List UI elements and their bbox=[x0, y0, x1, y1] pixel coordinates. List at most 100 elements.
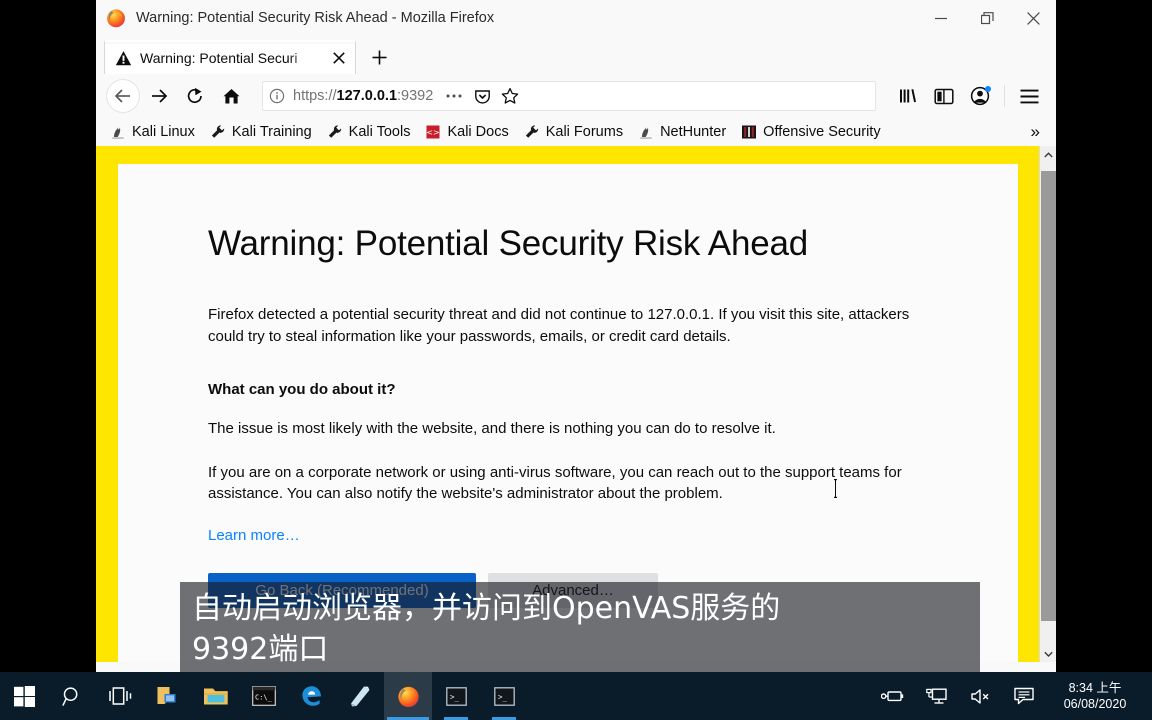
sticky-notes-icon bbox=[351, 686, 370, 707]
bookmark-offensive-security[interactable]: Offensive Security bbox=[735, 122, 886, 142]
kali-dragon-icon bbox=[640, 127, 652, 139]
bookmark-kali-linux[interactable]: Kali Linux bbox=[104, 122, 201, 142]
search-button[interactable] bbox=[48, 672, 96, 720]
bookmark-nethunter[interactable]: NetHunter bbox=[632, 122, 732, 142]
home-button[interactable] bbox=[214, 79, 248, 113]
bookmark-label: NetHunter bbox=[660, 124, 727, 140]
windows-taskbar: C:\_ >_ >_ 8:34 上午 06/08/2020 bbox=[0, 672, 1152, 720]
chevron-down-icon bbox=[1043, 651, 1053, 657]
scroll-up-button[interactable] bbox=[1040, 146, 1056, 163]
save-to-pocket-button[interactable] bbox=[469, 83, 495, 109]
file-explorer-button[interactable] bbox=[192, 672, 240, 720]
action-center-button[interactable] bbox=[1002, 672, 1046, 720]
svg-text:>_: >_ bbox=[498, 692, 508, 701]
offsec-icon bbox=[742, 125, 757, 139]
task-view-icon bbox=[108, 687, 131, 705]
page-actions-button[interactable] bbox=[441, 83, 467, 109]
volume-status-button[interactable] bbox=[958, 672, 1002, 720]
bookmark-kali-training[interactable]: Kali Training bbox=[204, 122, 318, 142]
account-button[interactable] bbox=[963, 79, 997, 113]
bookmark-star-button[interactable] bbox=[497, 83, 523, 109]
error-description: Firefox detected a potential security th… bbox=[208, 306, 910, 345]
pocket-icon bbox=[474, 89, 490, 104]
learn-more-link[interactable]: Learn more… bbox=[208, 527, 300, 544]
app-menu-button[interactable] bbox=[1012, 79, 1046, 113]
chevron-up-icon bbox=[1043, 151, 1053, 157]
bookmarks-overflow-button[interactable]: » bbox=[1023, 122, 1048, 142]
section-heading: What can you do about it? bbox=[208, 381, 396, 398]
command-prompt-button[interactable]: C:\_ bbox=[240, 672, 288, 720]
terminal-icon: >_ bbox=[445, 686, 467, 706]
store-button[interactable] bbox=[144, 672, 192, 720]
url-host: 127.0.0.1 bbox=[336, 88, 398, 104]
taskbar-clock[interactable]: 8:34 上午 06/08/2020 bbox=[1046, 672, 1144, 720]
speaker-muted-icon bbox=[970, 688, 988, 704]
url-bar[interactable]: https://127.0.0.1:9392 bbox=[262, 81, 876, 111]
plus-icon bbox=[372, 50, 386, 64]
firefox-logo bbox=[107, 9, 125, 28]
screen: Warning: Potential Security Risk Ahead -… bbox=[0, 0, 1152, 720]
scrollbar-thumb[interactable] bbox=[1041, 171, 1056, 621]
notification-icon bbox=[1014, 687, 1034, 705]
start-button[interactable] bbox=[0, 672, 48, 720]
scroll-down-button[interactable] bbox=[1040, 645, 1056, 662]
wrench-icon bbox=[211, 125, 225, 138]
bookmark-label: Kali Forums bbox=[545, 124, 624, 140]
error-advice-2: If you are on a corporate network or usi… bbox=[208, 463, 902, 503]
bookmark-kali-tools[interactable]: Kali Tools bbox=[321, 122, 417, 142]
tab-warning-potential-security[interactable]: Warning: Potential Securi bbox=[104, 40, 356, 74]
vertical-scrollbar[interactable] bbox=[1039, 146, 1056, 662]
firefox-browser-button[interactable] bbox=[384, 672, 432, 720]
library-button[interactable] bbox=[891, 79, 925, 113]
new-tab-button[interactable] bbox=[362, 40, 396, 74]
edge-browser-button[interactable] bbox=[288, 672, 336, 720]
hamburger-menu-icon bbox=[1020, 89, 1038, 103]
ellipsis-icon bbox=[446, 94, 462, 98]
window-titlebar: Warning: Potential Security Risk Ahead -… bbox=[96, 0, 1056, 36]
system-tray: 8:34 上午 06/08/2020 bbox=[870, 672, 1152, 720]
store-icon bbox=[157, 687, 176, 704]
reload-button[interactable] bbox=[178, 79, 212, 113]
text-cursor-icon bbox=[834, 479, 837, 498]
bookmarks-toolbar: Kali Linux Kali Training Kali Tools <> K… bbox=[96, 118, 1056, 146]
forward-button[interactable] bbox=[142, 79, 176, 113]
minimize-button[interactable] bbox=[918, 0, 964, 36]
back-button[interactable] bbox=[106, 79, 140, 113]
desktop-background-left bbox=[0, 0, 96, 672]
subtitle-overlay: 自动启动浏览器，并访问到OpenVAS服务的 9392端口 bbox=[192, 588, 982, 670]
folder-icon bbox=[204, 688, 228, 705]
sidebar-button[interactable] bbox=[927, 79, 961, 113]
info-circle-icon[interactable] bbox=[269, 88, 285, 104]
tab-strip: Warning: Potential Securi bbox=[96, 36, 1056, 74]
edge-icon bbox=[302, 686, 321, 706]
subtitle-line-1: 自动启动浏览器，并访问到OpenVAS服务的 bbox=[192, 591, 781, 626]
sticky-notes-button[interactable] bbox=[336, 672, 384, 720]
terminal-window-2-button[interactable]: >_ bbox=[480, 672, 528, 720]
bookmark-kali-docs[interactable]: <> Kali Docs bbox=[419, 122, 514, 142]
star-icon bbox=[502, 87, 519, 104]
task-view-button[interactable] bbox=[96, 672, 144, 720]
firefox-window: Warning: Potential Security Risk Ahead -… bbox=[96, 0, 1056, 672]
show-desktop-button[interactable] bbox=[1144, 672, 1152, 720]
windows-logo-icon bbox=[13, 685, 35, 707]
wrench-icon bbox=[525, 125, 538, 138]
close-button[interactable] bbox=[1010, 0, 1056, 36]
error-page-content: Warning: Potential Security Risk Ahead F… bbox=[118, 164, 928, 608]
tab-close-button[interactable] bbox=[329, 48, 349, 68]
terminal-window-1-button[interactable]: >_ bbox=[432, 672, 480, 720]
svg-text:C:\_: C:\_ bbox=[255, 694, 273, 702]
url-port: :9392 bbox=[397, 88, 434, 104]
close-icon bbox=[1026, 11, 1040, 25]
network-status-button[interactable] bbox=[914, 672, 958, 720]
wrench-icon bbox=[328, 125, 341, 138]
restore-button[interactable] bbox=[964, 0, 1010, 36]
window-controls bbox=[918, 0, 1056, 36]
url-scheme: https:// bbox=[293, 88, 337, 104]
warning-triangle-icon bbox=[115, 50, 132, 65]
bookmark-label: Kali Docs bbox=[447, 124, 509, 140]
bookmark-kali-forums[interactable]: Kali Forums bbox=[518, 122, 629, 142]
navigation-toolbar: https://127.0.0.1:9392 bbox=[96, 74, 1056, 118]
network-monitor-icon bbox=[925, 688, 947, 704]
arrow-right-icon bbox=[152, 89, 168, 103]
battery-status-button[interactable] bbox=[870, 672, 914, 720]
